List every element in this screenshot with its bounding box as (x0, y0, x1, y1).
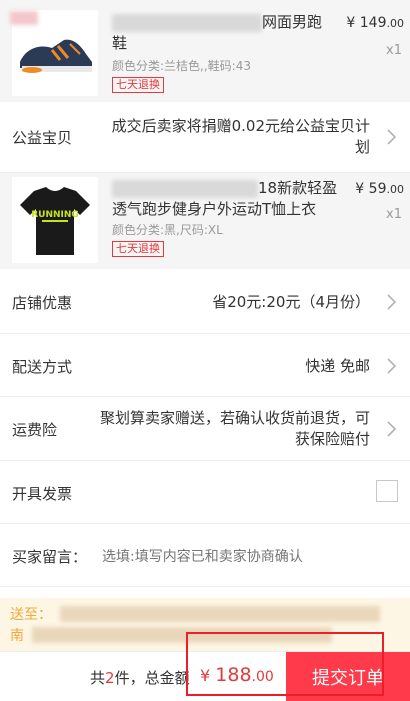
chevron-right-icon (386, 356, 398, 376)
submit-order-button[interactable]: 提交订单 (286, 652, 410, 701)
item-quantity: x1 (386, 43, 402, 58)
charity-text: 成交后卖家将捐赠0.02元给公益宝贝计 划 (111, 117, 370, 156)
checkout-bar: 共2件，总金额 ¥ 188.00 提交订单 (0, 651, 410, 701)
item-title-line2: 鞋 (112, 34, 128, 52)
blurred-title (112, 14, 262, 32)
buyer-message-row: 买家留言： (0, 524, 410, 587)
delivery-label: 配送方式 (12, 358, 73, 376)
blurred-label (10, 11, 38, 25)
chevron-right-icon (386, 127, 398, 147)
blurred-address-line2 (32, 627, 332, 643)
return-policy-badge: 七天退换 (112, 77, 164, 93)
blurred-address-line1 (60, 606, 380, 622)
svg-text:RUNNING: RUNNING (31, 210, 79, 220)
blurred-title (112, 180, 258, 198)
order-item-shoe[interactable]: 网面男跑 鞋 ¥ 149.00 x1 颜色分类:兰桔色,,鞋码:43 七天退换 (0, 0, 410, 102)
shipping-insurance-label: 运费险 (12, 421, 58, 439)
chevron-right-icon (386, 292, 398, 312)
item-count: 2 (105, 669, 115, 687)
item-title: 网面男跑 (262, 13, 323, 31)
item-quantity: x1 (386, 207, 402, 222)
return-policy-badge: 七天退换 (112, 241, 164, 257)
address-prefix: 送至： (10, 607, 52, 623)
item-price: ¥ 149.00 (346, 15, 404, 31)
item-sku: 颜色分类:兰桔色,,鞋码:43 (112, 59, 251, 73)
shop-discount-row[interactable]: 店铺优惠 省20元:20元（4月份） (0, 270, 410, 334)
item-count-text: 共2件，总金额 (90, 669, 190, 687)
shop-discount-value: 省20元:20元（4月份） (212, 293, 370, 311)
charity-row[interactable]: 公益宝贝 成交后卖家将捐赠0.02元给公益宝贝计 划 (0, 102, 410, 173)
delivery-method-row[interactable]: 配送方式 快递 免邮 (0, 334, 410, 397)
delivery-address-bar[interactable]: 送至： 南 (0, 598, 410, 651)
tshirt-thumbnail: RUNNING (12, 177, 98, 263)
buyer-message-label: 买家留言： (12, 548, 88, 566)
chevron-right-icon (386, 419, 398, 439)
order-item-tshirt[interactable]: RUNNING 18新款轻盈 透气跑步健身户外运动T恤上衣 ¥ 59.00 x1… (0, 173, 410, 269)
charity-label: 公益宝贝 (12, 129, 73, 147)
invoice-row: 开具发票 (0, 461, 410, 524)
buyer-message-input[interactable] (100, 544, 394, 570)
invoice-label: 开具发票 (12, 485, 73, 503)
invoice-checkbox[interactable] (376, 480, 398, 502)
item-sku: 颜色分类:黑,尺码:XL (112, 223, 223, 237)
total-amount: ¥ 188.00 (200, 664, 274, 686)
item-title-line2: 透气跑步健身户外运动T恤上衣 (112, 200, 317, 218)
item-title: 18新款轻盈 (258, 179, 338, 197)
shipping-insurance-text: 聚划算卖家赠送，若确认收货前退货，可 获保险赔付 (99, 409, 370, 448)
shipping-insurance-row[interactable]: 运费险 聚划算卖家赠送，若确认收货前退货，可 获保险赔付 (0, 397, 410, 461)
shop-discount-label: 店铺优惠 (12, 294, 73, 312)
delivery-value: 快递 免邮 (305, 357, 370, 375)
item-price: ¥ 59.00 (355, 181, 404, 197)
address-line2-prefix: 南 (10, 628, 24, 644)
tshirt-image: RUNNING (12, 177, 98, 263)
